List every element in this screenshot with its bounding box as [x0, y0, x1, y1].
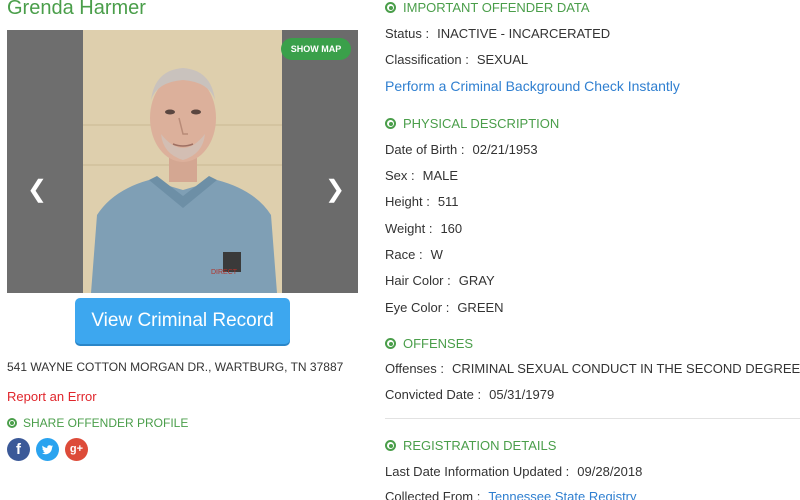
- status-row: Status : INACTIVE - INCARCERATED: [385, 26, 610, 41]
- field-value: 511: [437, 194, 459, 209]
- status-label: Status :: [385, 26, 430, 41]
- important-heading-label: IMPORTANT OFFENDER DATA: [403, 0, 590, 15]
- section-bullet-icon: [385, 440, 396, 451]
- classification-value: SEXUAL: [476, 52, 529, 67]
- photo-carousel: DIRECT ❮ ❯ SHOW MAP: [7, 30, 358, 293]
- offender-name: Grenda Harmer: [7, 0, 146, 19]
- share-offender-profile-heading: SHARE OFFENDER PROFILE: [7, 416, 188, 430]
- section-bullet-icon: [385, 118, 396, 129]
- section-bullet-icon: [385, 338, 396, 349]
- registration-details-heading: REGISTRATION DETAILS: [385, 438, 556, 453]
- classification-row: Classification : SEXUAL: [385, 52, 528, 67]
- field-value: 160: [440, 221, 463, 236]
- field-value: GRAY: [458, 273, 495, 288]
- convicted-date-row: Convicted Date : 05/31/1979: [385, 387, 554, 402]
- svg-text:DIRECT: DIRECT: [211, 269, 238, 276]
- registration-heading-label: REGISTRATION DETAILS: [403, 438, 557, 453]
- collected-label: Collected From :: [385, 489, 481, 500]
- section-divider: [385, 418, 800, 419]
- eye-color-row: Eye Color : GREEN: [385, 300, 504, 315]
- twitter-share-icon[interactable]: [36, 438, 59, 461]
- offenses-row: Offenses : CRIMINAL SEXUAL CONDUCT IN THE…: [385, 361, 800, 376]
- status-value: INACTIVE - INCARCERATED: [437, 26, 611, 41]
- dob-row: Date of Birth : 02/21/1953: [385, 142, 538, 157]
- convicted-label: Convicted Date :: [385, 387, 482, 402]
- field-label: Sex :: [385, 168, 415, 183]
- carousel-left-panel: [7, 30, 83, 293]
- field-label: Race :: [385, 247, 423, 262]
- offenses-label: Offenses :: [385, 361, 445, 376]
- race-row: Race : W: [385, 247, 443, 262]
- offenses-heading-label: OFFENSES: [403, 336, 474, 351]
- sex-row: Sex : MALE: [385, 168, 458, 183]
- field-value: MALE: [422, 168, 459, 183]
- field-value: W: [430, 247, 443, 262]
- section-bullet-icon: [385, 2, 396, 13]
- field-label: Hair Color :: [385, 273, 451, 288]
- collected-from-link[interactable]: Tennessee State Registry: [488, 489, 636, 500]
- field-label: Height :: [385, 194, 430, 209]
- updated-value: 09/28/2018: [577, 464, 643, 479]
- offender-mugshot: DIRECT: [83, 30, 282, 293]
- carousel-next-icon[interactable]: ❯: [325, 178, 345, 202]
- collected-from-row: Collected From : Tennessee State Registry: [385, 489, 637, 500]
- show-map-button[interactable]: SHOW MAP: [281, 38, 351, 60]
- background-check-link[interactable]: Perform a Criminal Background Check Inst…: [385, 78, 680, 94]
- physical-description-heading: PHYSICAL DESCRIPTION: [385, 116, 559, 131]
- last-updated-row: Last Date Information Updated : 09/28/201…: [385, 464, 642, 479]
- classification-label: Classification :: [385, 52, 469, 67]
- weight-row: Weight : 160: [385, 221, 462, 236]
- field-label: Date of Birth :: [385, 142, 465, 157]
- view-criminal-record-button[interactable]: View Criminal Record: [75, 298, 290, 344]
- convicted-value: 05/31/1979: [489, 387, 555, 402]
- offenses-heading: OFFENSES: [385, 336, 473, 351]
- updated-label: Last Date Information Updated :: [385, 464, 570, 479]
- field-label: Eye Color :: [385, 300, 450, 315]
- share-heading-label: SHARE OFFENDER PROFILE: [23, 416, 189, 430]
- facebook-share-icon[interactable]: f: [7, 438, 30, 461]
- important-offender-data-heading: IMPORTANT OFFENDER DATA: [385, 0, 590, 15]
- physical-heading-label: PHYSICAL DESCRIPTION: [403, 116, 560, 131]
- field-label: Weight :: [385, 221, 433, 236]
- offender-address: 541 WAYNE COTTON MORGAN DR., WARTBURG, T…: [7, 360, 344, 374]
- field-value: 02/21/1953: [472, 142, 538, 157]
- twitter-bird-icon: [42, 445, 53, 455]
- section-bullet-icon: [7, 418, 17, 428]
- hair-color-row: Hair Color : GRAY: [385, 273, 495, 288]
- field-value: GREEN: [457, 300, 504, 315]
- offenses-value: CRIMINAL SEXUAL CONDUCT IN THE SECOND DE…: [452, 361, 800, 376]
- report-error-link[interactable]: Report an Error: [7, 389, 97, 404]
- height-row: Height : 511: [385, 194, 459, 209]
- google-plus-share-icon[interactable]: g+: [65, 438, 88, 461]
- carousel-prev-icon[interactable]: ❮: [27, 178, 47, 202]
